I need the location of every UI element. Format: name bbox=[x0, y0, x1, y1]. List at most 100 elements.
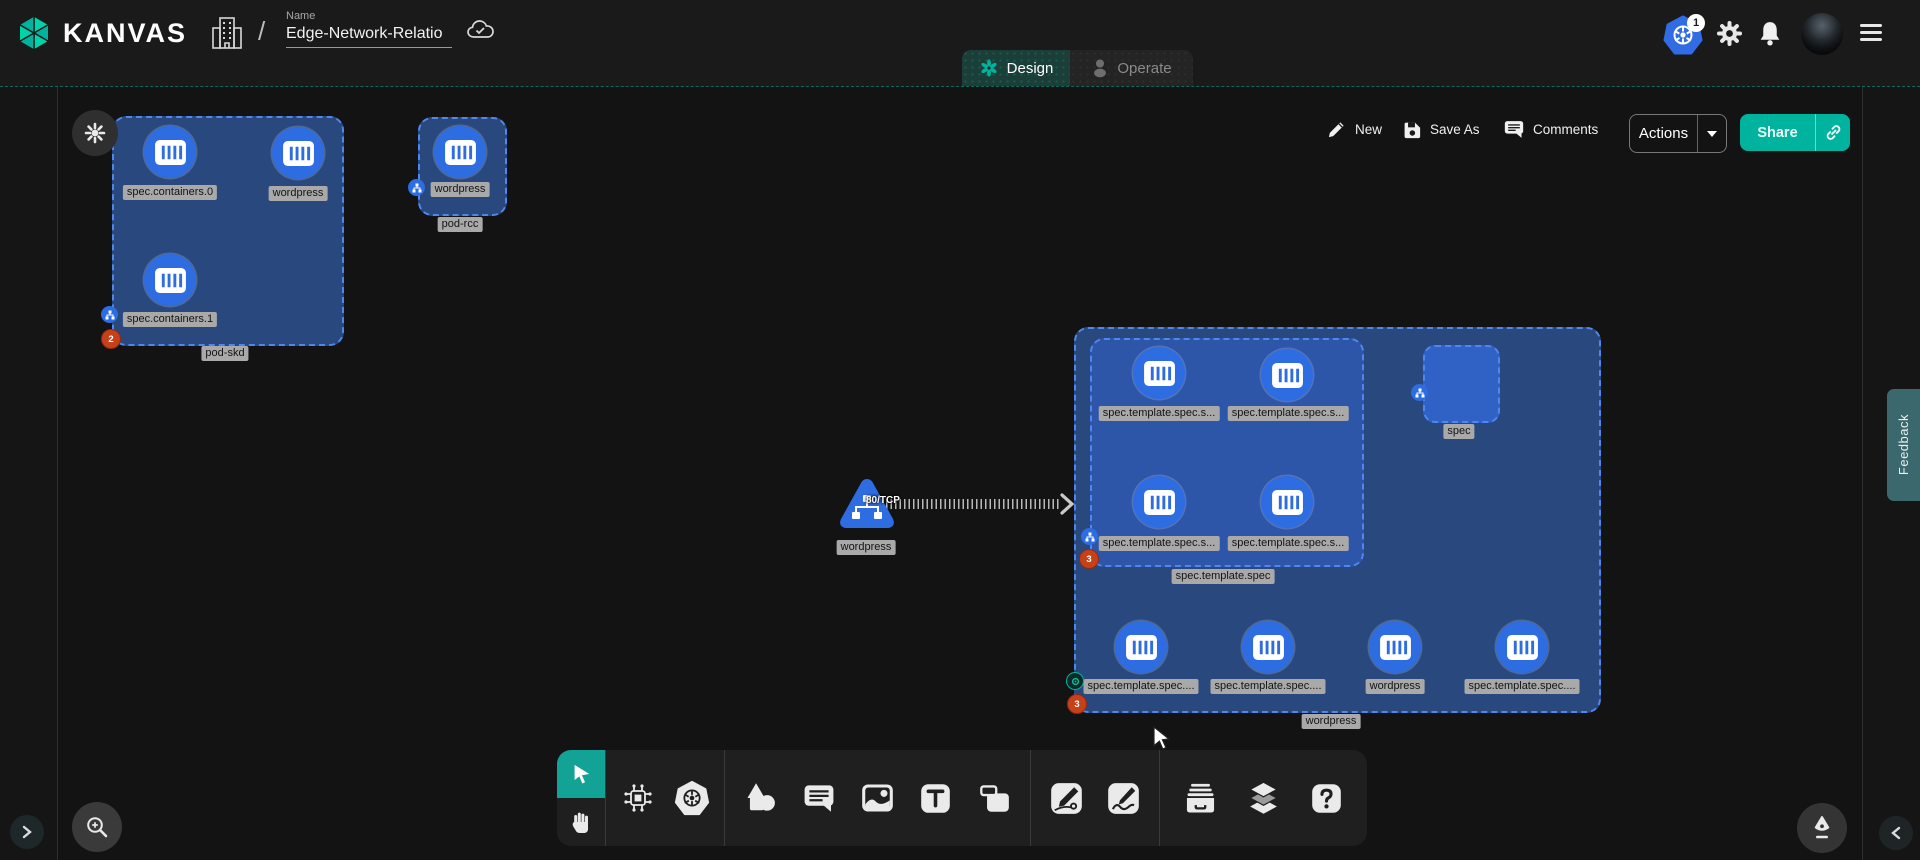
drawer-tool-button[interactable] bbox=[1179, 776, 1223, 820]
actions-dropdown-button[interactable]: Actions bbox=[1629, 114, 1727, 153]
container-node[interactable] bbox=[1133, 347, 1185, 399]
comments-label: Comments bbox=[1533, 122, 1598, 137]
edge-port-label: 80/TCP bbox=[866, 495, 900, 506]
save-as-button[interactable]: Save As bbox=[1402, 120, 1480, 139]
sitemap-badge-icon[interactable] bbox=[1411, 384, 1428, 401]
share-label: Share bbox=[1740, 125, 1815, 141]
group-spec[interactable] bbox=[1423, 345, 1500, 423]
mouse-cursor bbox=[1152, 726, 1174, 750]
name-field-label: Name bbox=[286, 10, 456, 22]
sitemap-badge-icon[interactable] bbox=[1081, 528, 1098, 545]
save-icon bbox=[1402, 120, 1421, 139]
tab-operate-label: Operate bbox=[1117, 60, 1171, 77]
save-as-label: Save As bbox=[1430, 122, 1480, 137]
expand-left-panel-button[interactable] bbox=[10, 815, 44, 849]
sitemap-badge-icon[interactable] bbox=[408, 179, 425, 196]
breadcrumb-separator: / bbox=[258, 16, 265, 47]
notifications-bell-icon[interactable] bbox=[1757, 20, 1783, 47]
group-label: pod-rcc bbox=[438, 217, 483, 232]
mode-tabs: Design Operate bbox=[962, 50, 1193, 86]
layers-tool-button[interactable] bbox=[1242, 776, 1286, 820]
container-node-wordpress[interactable] bbox=[272, 127, 324, 179]
annotation-pen-button[interactable] bbox=[1797, 803, 1847, 853]
drawer-icon bbox=[1184, 782, 1217, 814]
note-icon bbox=[979, 784, 1010, 813]
comment-tool-button[interactable] bbox=[797, 776, 841, 820]
container-node-wordpress[interactable] bbox=[1369, 621, 1421, 673]
actions-caret[interactable] bbox=[1697, 115, 1726, 152]
node-label: wordpress bbox=[1366, 679, 1425, 694]
note-tool-button[interactable] bbox=[972, 776, 1016, 820]
text-icon bbox=[920, 783, 951, 814]
design-name-input[interactable] bbox=[286, 22, 452, 48]
shapes-tool-button[interactable] bbox=[739, 776, 783, 820]
comment-bubble-icon bbox=[803, 783, 835, 813]
node-label: spec.template.spec.... bbox=[1465, 679, 1580, 694]
container-node-wordpress-rcc[interactable] bbox=[434, 126, 486, 178]
copy-link-button[interactable] bbox=[1815, 114, 1850, 151]
freehand-draw-tool-button[interactable] bbox=[1102, 776, 1146, 820]
expand-right-panel-button[interactable] bbox=[1879, 816, 1913, 850]
share-button[interactable]: Share bbox=[1740, 114, 1850, 151]
chevron-left-icon bbox=[1890, 826, 1902, 840]
container-node[interactable] bbox=[1261, 476, 1313, 528]
pencil-icon bbox=[1327, 120, 1346, 139]
app-header: KANVAS / Name bbox=[0, 0, 1920, 87]
group-spec-template-spec[interactable] bbox=[1090, 338, 1364, 567]
zoom-button[interactable] bbox=[72, 802, 122, 852]
tab-design[interactable]: Design bbox=[962, 50, 1070, 86]
shapes-icon bbox=[745, 782, 777, 814]
cursor-arrow-icon bbox=[570, 763, 592, 785]
kubernetes-tool-button[interactable] bbox=[670, 776, 714, 820]
magnifier-plus-icon bbox=[84, 814, 110, 840]
group-label: spec.template.spec bbox=[1172, 569, 1275, 584]
kubernetes-wheel-icon bbox=[674, 780, 710, 816]
container-node[interactable] bbox=[1115, 621, 1167, 673]
kanvas-logo[interactable]: KANVAS bbox=[14, 13, 187, 53]
organization-icon[interactable] bbox=[210, 14, 244, 52]
edge-draw-tool-button[interactable] bbox=[1045, 776, 1089, 820]
node-label: spec.template.spec.s... bbox=[1228, 406, 1349, 421]
pen-path-icon bbox=[1050, 782, 1083, 815]
comments-button[interactable]: Comments bbox=[1504, 120, 1598, 139]
count-badge[interactable]: 3 bbox=[1067, 694, 1087, 714]
chevron-right-icon bbox=[21, 825, 33, 839]
count-badge[interactable]: 2 bbox=[101, 329, 121, 349]
network-edge[interactable] bbox=[886, 499, 1060, 509]
new-button[interactable]: New bbox=[1327, 120, 1382, 139]
meshery-badge-icon[interactable] bbox=[1066, 672, 1084, 690]
image-icon bbox=[861, 783, 894, 813]
settings-gear-icon[interactable] bbox=[1716, 20, 1743, 47]
hand-icon bbox=[569, 810, 593, 834]
image-tool-button[interactable] bbox=[856, 776, 900, 820]
select-tool-button[interactable] bbox=[557, 750, 605, 798]
pan-tool-button[interactable] bbox=[557, 798, 605, 846]
comments-icon bbox=[1504, 120, 1524, 139]
feedback-label: Feedback bbox=[1896, 414, 1911, 475]
container-node[interactable] bbox=[1261, 349, 1313, 401]
node-label: wordpress bbox=[269, 186, 328, 201]
group-label: wordpress bbox=[1302, 714, 1361, 729]
canvas-settings-button[interactable] bbox=[72, 110, 118, 156]
actions-label: Actions bbox=[1630, 125, 1697, 142]
k8s-context-count-badge: 1 bbox=[1687, 14, 1705, 32]
kanvas-logo-icon bbox=[14, 13, 54, 53]
text-tool-button[interactable] bbox=[914, 776, 958, 820]
tab-operate[interactable]: Operate bbox=[1070, 50, 1193, 86]
container-node-spec-containers-0[interactable] bbox=[144, 126, 196, 178]
count-badge[interactable]: 3 bbox=[1079, 549, 1099, 569]
components-tool-button[interactable] bbox=[616, 776, 660, 820]
edge-arrowhead-icon bbox=[1058, 493, 1076, 515]
hamburger-menu-icon[interactable] bbox=[1860, 24, 1882, 45]
caret-down-icon bbox=[1707, 131, 1717, 137]
container-node[interactable] bbox=[1242, 621, 1294, 673]
help-tool-button[interactable] bbox=[1304, 776, 1348, 820]
node-label: spec.containers.1 bbox=[123, 312, 217, 327]
container-node[interactable] bbox=[1133, 476, 1185, 528]
sitemap-badge-icon[interactable] bbox=[101, 306, 118, 323]
feedback-tab[interactable]: Feedback bbox=[1887, 389, 1920, 501]
gear-snowflake-icon bbox=[83, 121, 107, 145]
container-node[interactable] bbox=[1496, 621, 1548, 673]
container-node-spec-containers-1[interactable] bbox=[144, 254, 196, 306]
user-avatar[interactable] bbox=[1801, 13, 1843, 55]
